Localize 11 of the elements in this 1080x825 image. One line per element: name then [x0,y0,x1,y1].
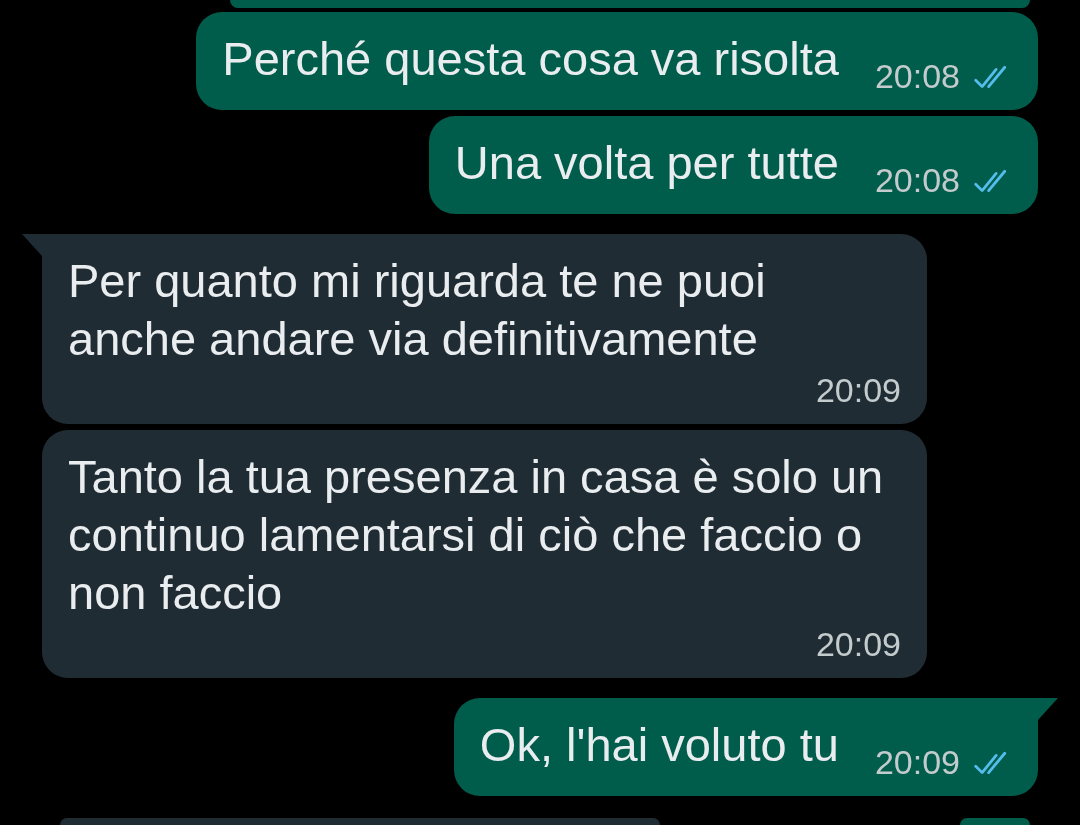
message-time: 20:08 [874,56,960,96]
message-time: 20:08 [874,160,960,200]
message-text: Perché questa cosa va risolta [222,31,839,87]
message-text: Tanto la tua presenza in casa è solo un continuo lamentarsi di ciò che faccio o non faccio [68,449,885,621]
message-time: 20:09 [815,370,901,410]
message-text: Ok, l'hai voluto tu [479,717,839,773]
message-text: Per quanto mi riguarda te ne puoi anche andare via definitivamente [68,253,767,367]
message-text: Una volta per tutte [454,135,839,191]
message-time: 20:09 [874,742,960,782]
message-time: 20:09 [815,624,901,664]
message-bubble [960,818,1030,825]
